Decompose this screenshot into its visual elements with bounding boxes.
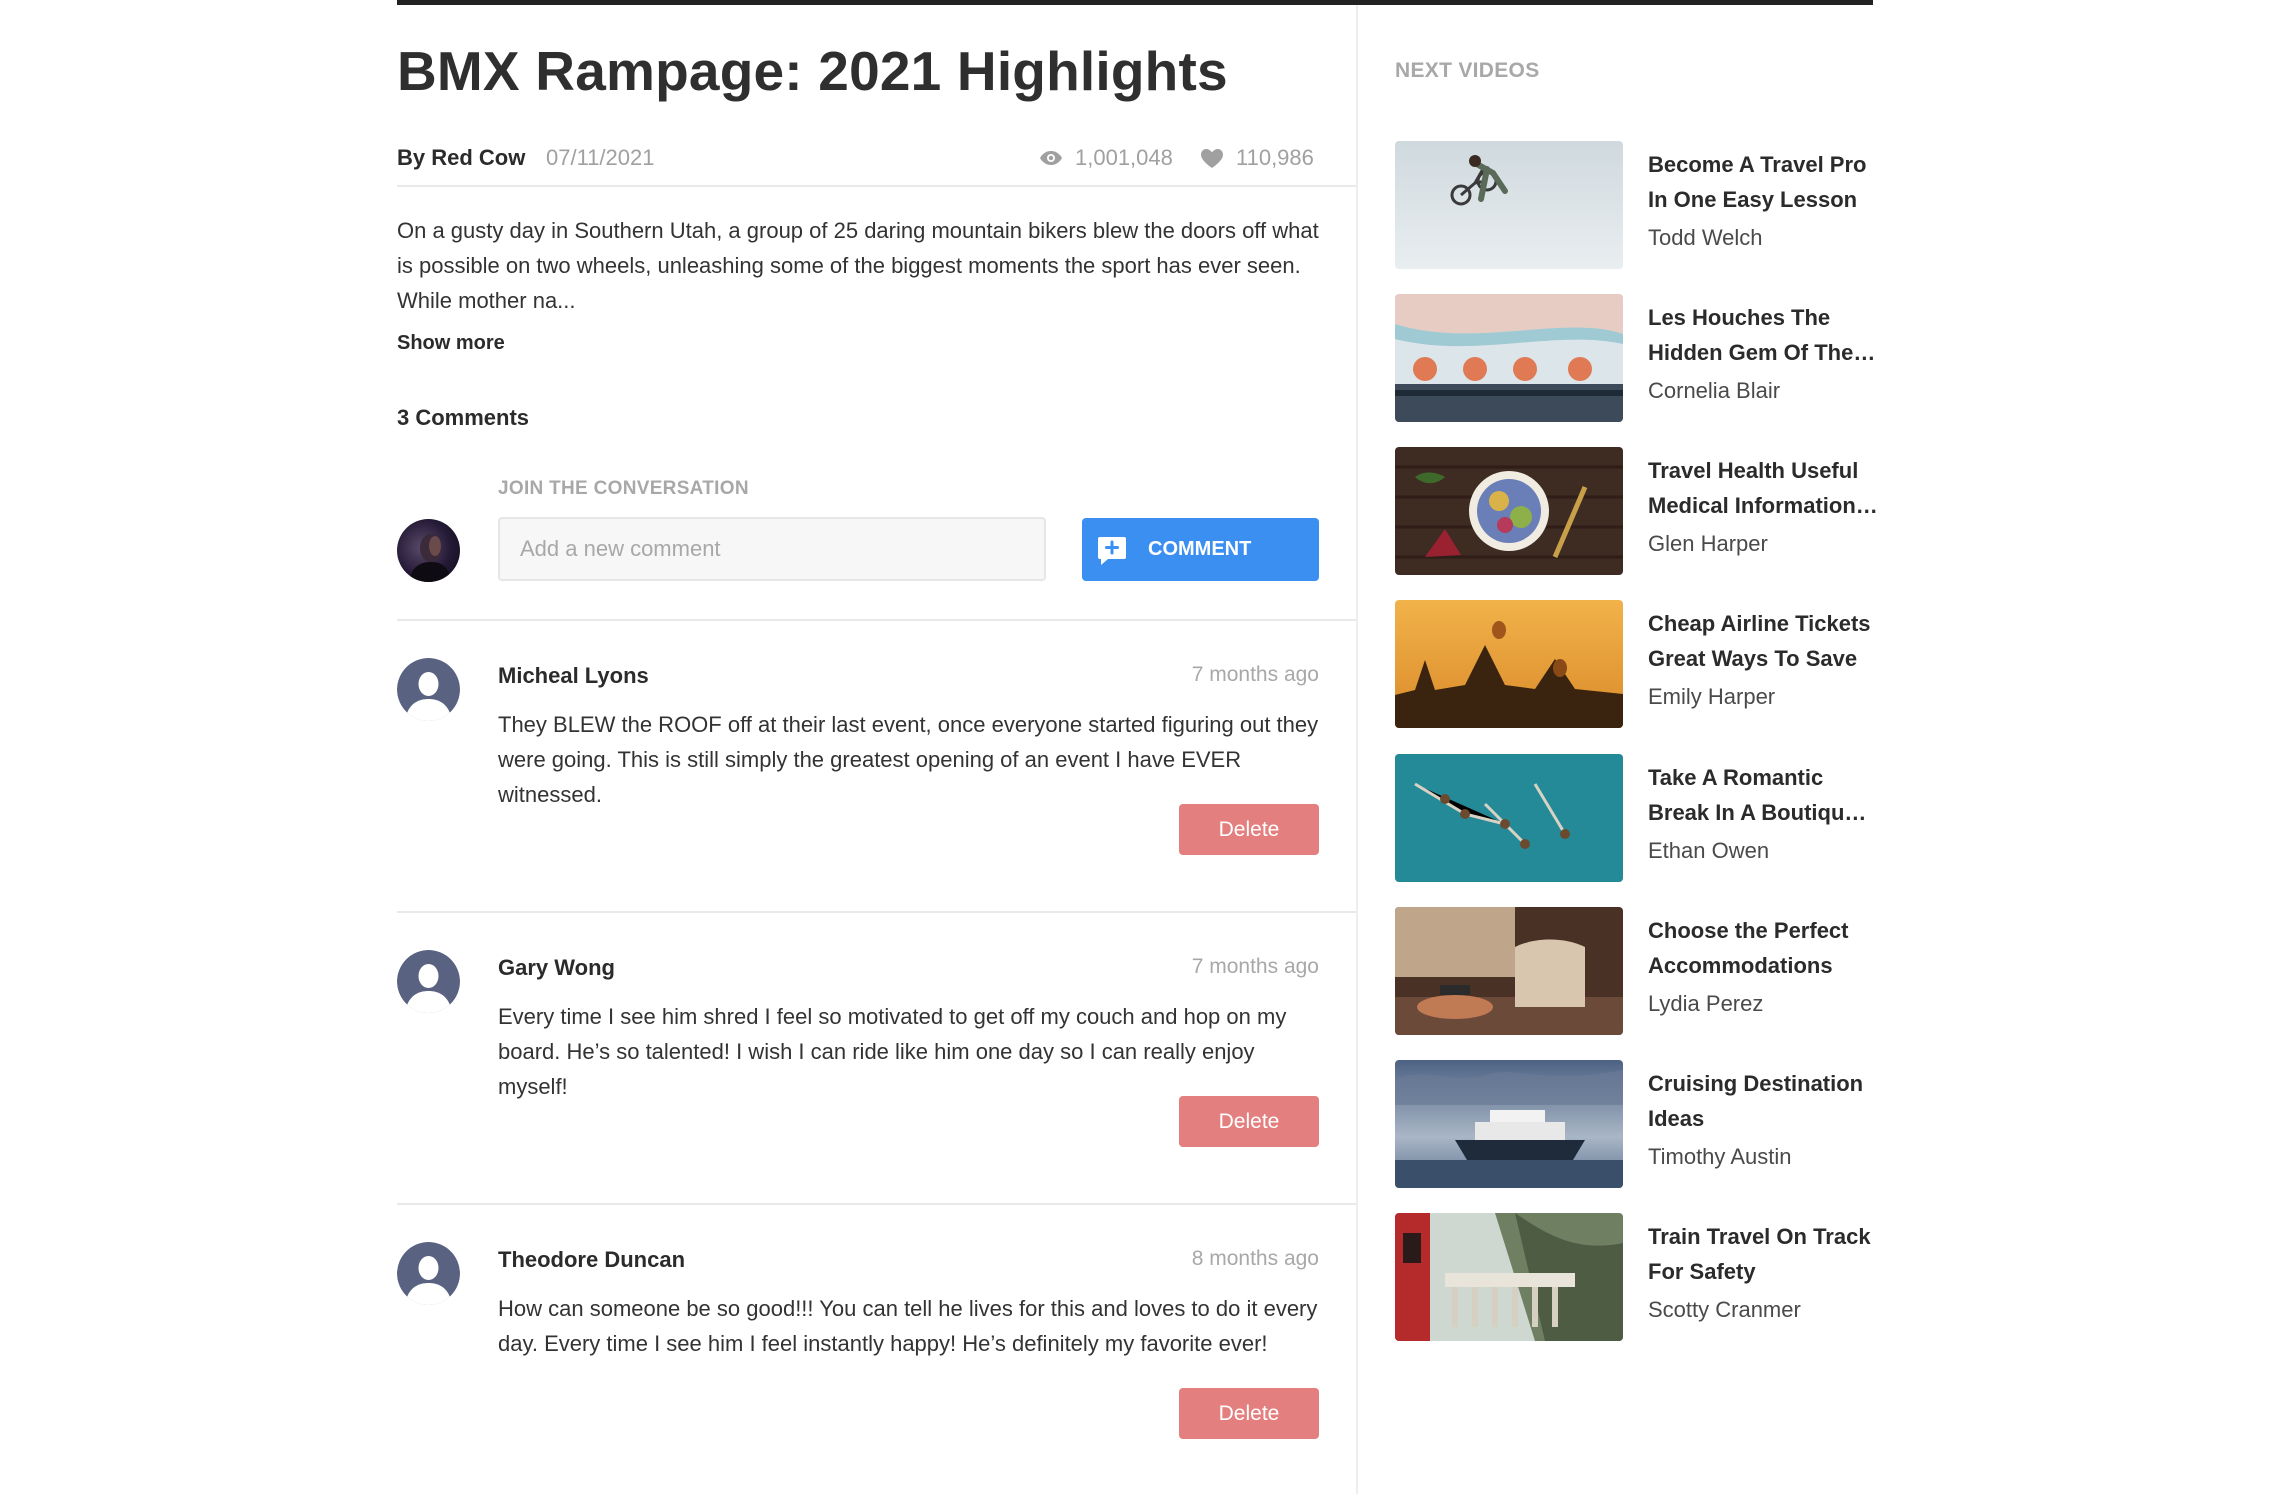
current-user-avatar xyxy=(397,519,460,582)
top-bar xyxy=(0,0,2296,5)
video-title-link[interactable]: Cruising Destination Ideas xyxy=(1648,1066,1878,1136)
comment-text: Every time I see him shred I feel so mot… xyxy=(498,1004,1287,1099)
video-author: Lydia Perez xyxy=(1648,991,1764,1016)
video-thumbnail[interactable] xyxy=(1395,294,1623,422)
comment-time: 7 months ago xyxy=(1191,663,1319,686)
video-thumbnail[interactable] xyxy=(1395,907,1623,1035)
next-videos-heading: NEXT VIDEOS xyxy=(1395,59,1540,82)
video-title-link[interactable]: Travel Health Useful Medical Information… xyxy=(1648,453,1878,523)
next-video-item[interactable]: Les Houches The Hidden Gem Of The Chamon… xyxy=(1395,294,1895,422)
show-more-link[interactable]: Show more xyxy=(397,332,505,355)
video-thumbnail[interactable] xyxy=(1395,1060,1623,1188)
video-author: Timothy Austin xyxy=(1648,1144,1792,1169)
comment-item: Micheal Lyons 7 months ago They BLEW the… xyxy=(397,621,1319,911)
video-title-link[interactable]: Choose the Perfect Accommodations xyxy=(1648,913,1878,983)
video-author: Glen Harper xyxy=(1648,531,1768,556)
video-thumbnail[interactable] xyxy=(1395,447,1623,575)
next-video-item[interactable]: Cruising Destination Ideas Timothy Austi… xyxy=(1395,1060,1895,1188)
video-title-link[interactable]: Become A Travel Pro In One Easy Lesson xyxy=(1648,147,1878,217)
video-date: 07/11/2021 xyxy=(546,145,655,170)
eye-icon xyxy=(1039,150,1063,166)
user-avatar-icon xyxy=(397,658,460,721)
next-video-item[interactable]: Become A Travel Pro In One Easy Lesson T… xyxy=(1395,141,1895,269)
comment-time: 7 months ago xyxy=(1191,955,1319,978)
next-video-item[interactable]: Take A Romantic Break In A Boutique Hote… xyxy=(1395,754,1895,882)
user-avatar-icon xyxy=(397,1242,460,1305)
video-author: Todd Welch xyxy=(1648,225,1763,250)
next-video-item[interactable]: Train Travel On Track For Safety Scotty … xyxy=(1395,1213,1895,1341)
comment-button-label: COMMENT xyxy=(1148,538,1252,560)
comment-text: They BLEW the ROOF off at their last eve… xyxy=(498,712,1319,807)
user-avatar-icon xyxy=(397,950,460,1013)
top-bar-accent xyxy=(397,0,1873,5)
video-author[interactable]: By Red Cow xyxy=(397,145,525,171)
video-author: Ethan Owen xyxy=(1648,838,1770,863)
next-video-item[interactable]: Travel Health Useful Medical Information… xyxy=(1395,447,1895,575)
add-comment-icon xyxy=(1096,534,1128,566)
join-conversation-label: JOIN THE CONVERSATION xyxy=(498,478,749,499)
video-title-link[interactable]: Les Houches The Hidden Gem Of The Chamon… xyxy=(1648,300,1878,370)
delete-button[interactable]: Delete xyxy=(1179,1388,1319,1439)
comment-button[interactable]: COMMENT xyxy=(1082,518,1319,581)
video-meta: By Red Cow 07/11/2021 1,001,048 110,986 xyxy=(397,141,1319,177)
comment-item: Gary Wong 7 months ago Every time I see … xyxy=(397,913,1319,1203)
comment-text: How can someone be so good!!! You can te… xyxy=(498,1296,1318,1356)
video-thumbnail[interactable] xyxy=(1395,1213,1623,1341)
video-title-link[interactable]: Train Travel On Track For Safety xyxy=(1648,1219,1878,1289)
column-divider xyxy=(1356,5,1358,1494)
video-author: Cornelia Blair xyxy=(1648,378,1781,403)
video-title: BMX Rampage: 2021 Highlights xyxy=(397,40,1228,102)
views-count: 1,001,048 xyxy=(1075,145,1173,170)
delete-button[interactable]: Delete xyxy=(1179,804,1319,855)
comment-author: Micheal Lyons xyxy=(498,663,649,688)
video-title-link[interactable]: Cheap Airline Tickets Great Ways To Save xyxy=(1648,606,1878,676)
video-thumbnail[interactable] xyxy=(1395,600,1623,728)
video-title-link[interactable]: Take A Romantic Break In A Boutique Hote… xyxy=(1648,760,1878,830)
comment-time: 8 months ago xyxy=(1191,1247,1319,1270)
video-thumbnail[interactable] xyxy=(1395,141,1623,269)
meta-divider xyxy=(397,185,1357,187)
next-video-item[interactable]: Choose the Perfect Accommodations Lydia … xyxy=(1395,907,1895,1035)
views-stat: 1,001,048 xyxy=(1039,145,1173,171)
comment-input[interactable] xyxy=(498,517,1046,581)
video-description: On a gusty day in Southern Utah, a group… xyxy=(397,218,1319,313)
heart-icon[interactable] xyxy=(1200,147,1224,169)
comment-author: Gary Wong xyxy=(498,955,615,980)
next-video-item[interactable]: Cheap Airline Tickets Great Ways To Save… xyxy=(1395,600,1895,728)
comments-count: 3 Comments xyxy=(397,405,530,430)
likes-stat[interactable]: 110,986 xyxy=(1200,145,1314,171)
video-author: Emily Harper xyxy=(1648,684,1776,709)
likes-count: 110,986 xyxy=(1236,145,1314,170)
video-author: Scotty Cranmer xyxy=(1648,1297,1801,1322)
delete-button[interactable]: Delete xyxy=(1179,1096,1319,1147)
comment-item: Theodore Duncan 8 months ago How can som… xyxy=(397,1205,1319,1495)
video-thumbnail[interactable] xyxy=(1395,754,1623,882)
comment-author: Theodore Duncan xyxy=(498,1247,686,1272)
